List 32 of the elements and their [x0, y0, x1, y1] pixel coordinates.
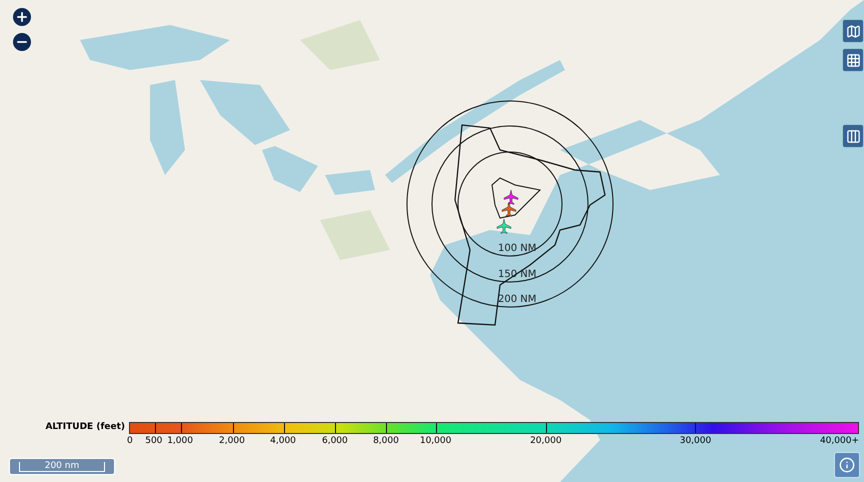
- info-button[interactable]: [834, 452, 860, 478]
- grid-icon: [846, 52, 860, 68]
- forest-area: [320, 210, 390, 260]
- range-ring-label: 150 NM: [498, 270, 536, 280]
- legend-tick-label: 2,000: [219, 437, 245, 446]
- map-icon: [846, 24, 860, 38]
- zoom-in-button[interactable]: [13, 8, 31, 26]
- legend-tick-label: 10,000: [420, 437, 452, 446]
- legend-tick-label: 40,000+: [820, 437, 859, 446]
- range-ring-label: 100 NM: [498, 244, 536, 254]
- aircraft-icon[interactable]: [502, 202, 516, 217]
- aircraft-icon[interactable]: [504, 190, 518, 205]
- scale-label: 200 nm: [18, 462, 106, 472]
- zoom-out-button[interactable]: [13, 33, 31, 51]
- legend-tick-label: 20,000: [530, 437, 562, 446]
- legend-tick-label: 8,000: [373, 437, 399, 446]
- aircraft-icon[interactable]: [496, 218, 512, 234]
- legend-tick-label: 1,000: [167, 437, 193, 446]
- legend-tick-label: 0: [127, 437, 133, 446]
- legend-tick-label: 500: [145, 437, 162, 446]
- info-icon: [839, 457, 855, 473]
- grid-button[interactable]: [842, 48, 864, 72]
- map-layers-button[interactable]: [842, 19, 864, 43]
- legend-title: ALTITUDE (feet): [44, 423, 125, 432]
- columns-icon: [846, 128, 860, 144]
- legend-tick-label: 30,000: [680, 437, 712, 446]
- lake: [325, 170, 375, 195]
- columns-button[interactable]: [842, 124, 864, 148]
- legend-tick-label: 4,000: [270, 437, 296, 446]
- plus-icon: [15, 10, 29, 24]
- range-ring-label: 200 NM: [498, 295, 536, 305]
- legend-tick-label: 6,000: [322, 437, 348, 446]
